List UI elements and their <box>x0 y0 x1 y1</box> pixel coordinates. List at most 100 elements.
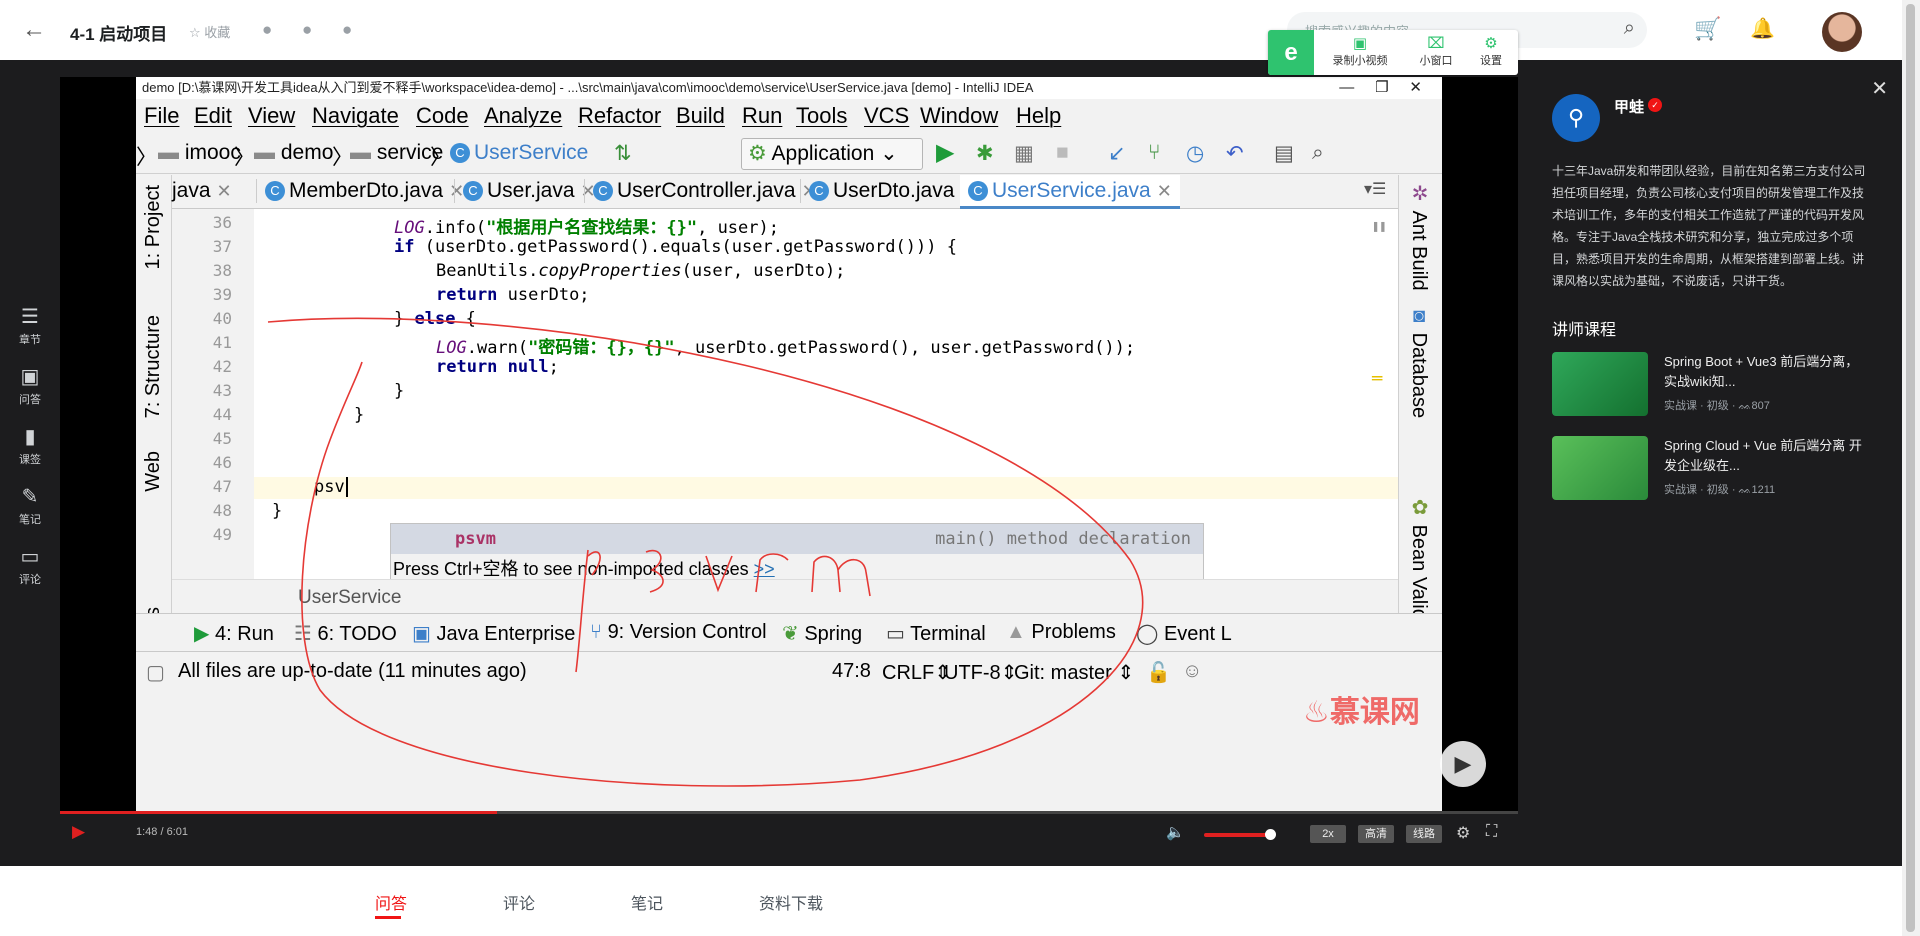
weibo-icon[interactable]: ● <box>342 20 352 40</box>
tool-window-todo[interactable]: ☷ 6: TODO <box>294 621 397 646</box>
tool-window-event-log[interactable]: ◯ Event L <box>1136 621 1232 646</box>
tool-tab-database[interactable]: ◙ Database <box>1407 305 1430 418</box>
mini-window-button[interactable]: ⌧ 小窗口 <box>1406 34 1466 68</box>
close-icon[interactable]: ✕ <box>1871 76 1888 101</box>
nav-crumb-userservice[interactable]: C UserService <box>450 141 588 165</box>
nav-crumb-imooc[interactable]: ▬ imooc <box>158 141 241 165</box>
tab-qa[interactable]: 问答 <box>375 890 407 914</box>
teacher-avatar[interactable]: ⚲ <box>1552 94 1600 142</box>
qq-icon[interactable]: ● <box>302 20 312 40</box>
nav-crumb-demo[interactable]: ▬ demo <box>254 141 333 165</box>
tool-window-spring[interactable]: ❦ Spring <box>782 621 862 646</box>
scrollbar-thumb[interactable] <box>1906 4 1915 932</box>
tab-downloads[interactable]: 资料下载 <box>759 890 823 914</box>
cart-icon[interactable]: 🛒 <box>1694 16 1721 42</box>
quality-button[interactable]: 高清 <box>1358 825 1394 843</box>
rail-item-qa[interactable]: ▣ 问答 <box>0 364 60 407</box>
menu-view[interactable]: View <box>248 103 295 129</box>
tool-tab-ant-build[interactable]: ✲ Ant Build <box>1407 181 1431 291</box>
menu-window[interactable]: Window <box>920 103 998 129</box>
back-arrow-icon[interactable]: ← <box>22 16 46 44</box>
volume-knob[interactable] <box>1264 829 1276 840</box>
tool-tab-web[interactable]: Web <box>142 451 165 492</box>
tab-user[interactable]: C User.java ✕ <box>454 179 596 203</box>
caret-position[interactable]: 47:8 <box>832 660 871 683</box>
tool-window-problems[interactable]: ▲ Problems <box>1006 621 1116 644</box>
speed-button[interactable]: 2x <box>1310 825 1346 843</box>
menu-analyze[interactable]: Analyze <box>484 103 562 129</box>
teacher-name[interactable]: 甲蛙 <box>1614 96 1644 117</box>
coverage-icon[interactable]: ▦ <box>1014 141 1034 166</box>
gear-icon[interactable]: ⚙ <box>1456 823 1470 843</box>
user-avatar[interactable] <box>1822 12 1862 52</box>
file-encoding[interactable]: UTF-8⇕ <box>944 660 1017 685</box>
notification-bell-icon[interactable]: 🔔 <box>1750 16 1775 41</box>
completion-item[interactable]: psvm main() method declaration <box>391 524 1203 554</box>
page-scrollbar[interactable] <box>1902 0 1920 936</box>
run-config-select[interactable]: ⚙ Application ⌄ <box>741 138 923 170</box>
rail-item-chapters[interactable]: ☰ 章节 <box>0 304 60 347</box>
tool-window-run[interactable]: ▶ 4: Run <box>194 621 274 646</box>
menu-run[interactable]: Run <box>742 103 782 129</box>
menu-tools[interactable]: Tools <box>796 103 847 129</box>
debug-icon[interactable]: ✱ <box>976 141 994 166</box>
close-icon[interactable]: ✕ <box>1157 181 1172 201</box>
tab-userservice[interactable]: C UserService.java ✕ <box>960 175 1180 209</box>
sort-icon[interactable]: ⇅ <box>614 141 632 166</box>
search-icon[interactable]: ⌕ <box>1624 17 1635 40</box>
vcs-update-icon[interactable]: ↙ <box>1108 141 1126 166</box>
menu-build[interactable]: Build <box>676 103 725 129</box>
menu-file[interactable]: File <box>144 103 179 129</box>
lock-icon[interactable]: 🔓 <box>1146 660 1171 685</box>
completion-popup[interactable]: psvm main() method declaration Press Ctr… <box>390 523 1204 581</box>
tab-notes[interactable]: 笔记 <box>631 890 663 914</box>
status-panel-icon[interactable]: ▢ <box>146 660 165 685</box>
inspector-icon[interactable]: ☺ <box>1182 660 1202 683</box>
window-controls[interactable]: — ❐ ✕ <box>1339 77 1422 99</box>
tab-memberdto[interactable]: C MemberDto.java ✕ <box>256 179 464 203</box>
menu-refactor[interactable]: Refactor <box>578 103 661 129</box>
search-everywhere-icon[interactable]: ⌕ <box>1312 141 1324 165</box>
volume-icon[interactable]: 🔈 <box>1166 823 1185 841</box>
fullscreen-icon[interactable]: ⛶ <box>1486 823 1497 841</box>
play-icon[interactable]: ▶ <box>72 822 85 842</box>
tab-userdto[interactable]: CUserDto.java✕ <box>800 179 975 203</box>
menu-edit[interactable]: Edit <box>194 103 232 129</box>
stop-icon[interactable]: ■ <box>1056 141 1069 165</box>
vcs-branch-icon[interactable]: ⑂ <box>1148 141 1161 165</box>
tool-tab-project[interactable]: 1: Project <box>142 185 165 269</box>
tab-java[interactable]: java ✕ <box>172 179 232 203</box>
git-branch[interactable]: Git: master ⇕ <box>1014 660 1134 685</box>
breadcrumb-label[interactable]: UserService <box>298 587 401 608</box>
tool-window-version-control[interactable]: ⑂ 9: Version Control <box>590 621 767 644</box>
tab-overflow-icon[interactable]: ▾☰ <box>1364 179 1386 199</box>
completion-hint-link[interactable]: >> <box>754 559 775 579</box>
big-play-button[interactable]: ▶ <box>1440 741 1486 787</box>
run-icon[interactable]: ▶ <box>936 138 954 167</box>
favorite-button[interactable]: ☆ 收藏 <box>189 22 230 41</box>
menu-help[interactable]: Help <box>1016 103 1061 129</box>
tab-comments[interactable]: 评论 <box>503 890 535 914</box>
rollback-icon[interactable]: ↶ <box>1226 141 1244 166</box>
record-clip-button[interactable]: ▣ 录制小视频 <box>1320 34 1400 68</box>
vcs-history-icon[interactable]: ◷ <box>1186 141 1204 166</box>
route-button[interactable]: 线路 <box>1406 825 1442 843</box>
course-card[interactable]: Spring Cloud + Vue 前后端分离 开发企业级在... 实战课 ·… <box>1552 436 1882 502</box>
menu-navigate[interactable]: Navigate <box>312 103 399 129</box>
settings-button[interactable]: ⚙ 设置 <box>1468 34 1514 68</box>
course-card[interactable]: Spring Boot + Vue3 前后端分离，实战wiki知... 实战课 … <box>1552 352 1882 418</box>
rail-item-bookmarks[interactable]: ▮ 课签 <box>0 424 60 467</box>
wechat-icon[interactable]: ● <box>262 20 272 40</box>
tool-window-java-enterprise[interactable]: ▣ Java Enterprise <box>412 621 575 646</box>
tool-tab-structure[interactable]: 7: Structure <box>142 315 165 418</box>
rail-item-notes[interactable]: ✎ 笔记 <box>0 484 60 527</box>
rail-item-comments[interactable]: ▭ 评论 <box>0 544 60 587</box>
volume-slider[interactable] <box>1204 833 1270 837</box>
line-separator[interactable]: CRLF⇕ <box>882 660 951 685</box>
menu-code[interactable]: Code <box>416 103 469 129</box>
tool-window-terminal[interactable]: ▭ Terminal <box>886 621 986 646</box>
project-structure-icon[interactable]: ▤ <box>1274 141 1294 166</box>
close-icon[interactable]: ✕ <box>217 181 232 201</box>
tab-usercontroller[interactable]: CUserController.java✕ <box>584 179 817 203</box>
menu-vcs[interactable]: VCS <box>864 103 909 129</box>
